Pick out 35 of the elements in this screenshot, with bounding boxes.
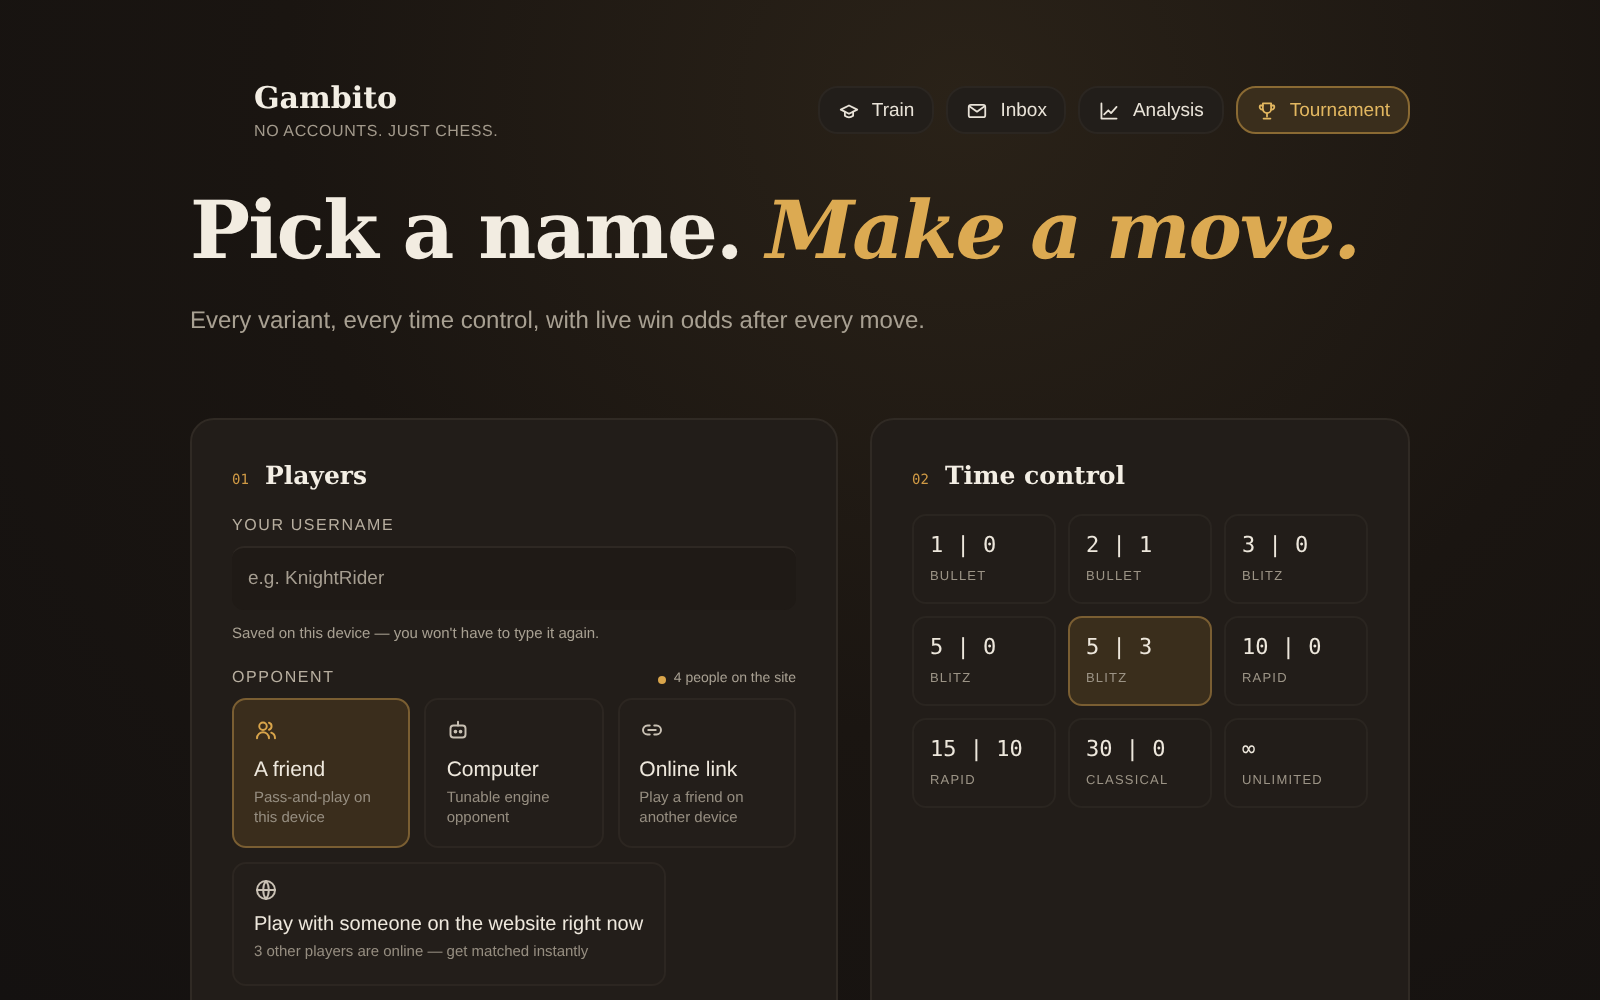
tagline: NO ACCOUNTS. JUST CHESS. <box>254 122 499 140</box>
time-value: 30 | 0 <box>1086 736 1168 762</box>
hero-title: Pick a name. <box>190 184 742 278</box>
time-value: 5 | 0 <box>930 634 999 660</box>
globe-icon <box>254 878 278 902</box>
hero-title-accent: Make a move. <box>765 184 1360 278</box>
nav-button[interactable]: Tournament <box>1235 86 1410 134</box>
graduation-cap-icon <box>837 99 860 121</box>
section-title: Time control <box>944 460 1126 490</box>
nav-button[interactable]: Analysis <box>1078 86 1224 134</box>
time-value: 5 | 3 <box>1086 634 1155 660</box>
people-icon <box>254 718 278 742</box>
username-field[interactable]: e.g. KnightRider <box>232 546 796 610</box>
option-title: Online link <box>639 758 740 782</box>
line-chart-icon <box>1098 99 1121 121</box>
nav-button[interactable]: Train <box>817 86 935 134</box>
section-title: Players <box>264 460 368 490</box>
time-value: 1 | 0 <box>930 532 999 558</box>
field-label: YOUR USERNAME <box>232 516 397 534</box>
option-title: A friend <box>254 758 328 782</box>
brand-name: Gambito <box>254 80 400 116</box>
time-value: ∞ <box>1242 736 1258 762</box>
time-value: 15 | 10 <box>930 736 1025 762</box>
time-value: 10 | 0 <box>1242 634 1324 660</box>
nav-button[interactable]: Inbox <box>946 86 1067 134</box>
section-label: OPPONENT <box>232 668 335 686</box>
option-title: Computer <box>446 758 541 782</box>
hero-subtitle: Every variant, every time control, with live win odds after every move. <box>190 306 927 334</box>
time-value: 3 | 0 <box>1242 532 1311 558</box>
robot-icon <box>446 718 471 742</box>
trophy-icon <box>1255 99 1278 121</box>
status-dot <box>657 675 666 683</box>
envelope-icon <box>966 99 989 121</box>
time-value: 2 | 1 <box>1086 532 1155 558</box>
option-title: Play with someone on the website right now <box>254 914 644 936</box>
